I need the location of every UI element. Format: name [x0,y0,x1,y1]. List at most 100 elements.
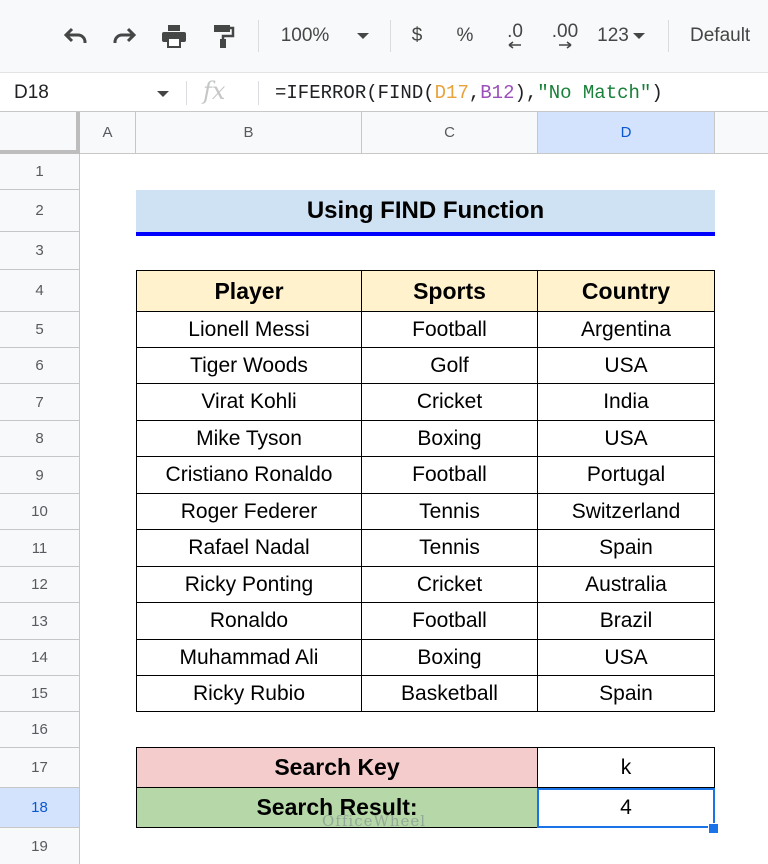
cell-player[interactable]: Roger Federer [136,494,362,530]
cell-player[interactable]: Muhammad Ali [136,640,362,676]
row-header-4[interactable]: 4 [0,270,80,312]
cell-player[interactable]: Cristiano Ronaldo [136,457,362,494]
cell-player[interactable]: Mike Tyson [136,421,362,457]
cell-player[interactable]: Ricky Rubio [136,676,362,712]
cell-sport[interactable]: Football [362,457,538,494]
watermark: OfficeWheel [322,812,427,830]
formula-bar: D18 fx =IFERROR(FIND(D17,B12),"No Match"… [0,72,768,112]
increase-decimal-button[interactable]: .00 [544,20,586,52]
row-header-13[interactable]: 13 [0,603,80,640]
toolbar: 100% $ % .0 .00 123 Default [0,0,768,72]
number-format-select[interactable]: 123 [592,20,650,52]
row-header-10[interactable]: 10 [0,494,80,530]
name-box[interactable]: D18 [14,82,49,104]
column-header-b[interactable]: B [136,112,362,154]
column-header-d[interactable]: D [538,112,715,154]
cell-player[interactable]: Ricky Ponting [136,567,362,603]
row-header-7[interactable]: 7 [0,384,80,421]
percent-format-button[interactable]: % [450,20,480,52]
currency-format-button[interactable]: $ [402,20,432,52]
column-header-e[interactable] [715,112,768,154]
row-header-1[interactable]: 1 [0,154,80,190]
cell-sport[interactable]: Tennis [362,494,538,530]
formula-prefix: =IFERROR(FIND( [275,82,435,104]
cell-player[interactable]: Rafael Nadal [136,530,362,567]
cell-country[interactable]: Brazil [538,603,715,640]
formula-comma: , [468,82,481,104]
cell-sport[interactable]: Cricket [362,567,538,603]
zoom-value: 100% [280,25,330,46]
currency-label: $ [411,25,423,46]
redo-icon[interactable] [106,20,142,52]
header-player[interactable]: Player [136,270,362,312]
row-header-8[interactable]: 8 [0,421,80,457]
header-country[interactable]: Country [538,270,715,312]
cell-sport[interactable]: Boxing [362,640,538,676]
row-header-11[interactable]: 11 [0,530,80,567]
row-header-17[interactable]: 17 [0,748,80,788]
cell-country[interactable]: Australia [538,567,715,603]
row-header-18[interactable]: 18 [0,788,80,828]
cell-country[interactable]: USA [538,348,715,384]
cell-player[interactable]: Tiger Woods [136,348,362,384]
cell-sport[interactable]: Cricket [362,384,538,421]
fill-handle[interactable] [708,823,719,834]
cell-country[interactable]: Switzerland [538,494,715,530]
cell-sport[interactable]: Basketball [362,676,538,712]
formula-string: "No Match" [537,82,652,104]
cell-country[interactable]: India [538,384,715,421]
cell-player[interactable]: Lionell Messi [136,312,362,348]
row-header-3[interactable]: 3 [0,232,80,270]
chevron-down-icon [357,33,370,39]
cell-player[interactable]: Virat Kohli [136,384,362,421]
cell-sport[interactable]: Boxing [362,421,538,457]
paint-format-icon[interactable] [206,20,242,52]
title-cell[interactable]: Using FIND Function [136,190,715,232]
cell-sport[interactable]: Football [362,603,538,640]
search-key-label[interactable]: Search Key [136,747,538,788]
row-header-2[interactable]: 2 [0,190,80,232]
formula-suffix: ) [651,82,663,104]
formula-ref-d17: D17 [434,82,469,104]
print-icon[interactable] [156,20,192,52]
column-header-c[interactable]: C [362,112,538,154]
cell-country[interactable]: Argentina [538,312,715,348]
cell-sport[interactable]: Golf [362,348,538,384]
toolbar-divider [258,20,259,52]
search-result-value[interactable]: 4 [537,788,715,828]
row-header-15[interactable]: 15 [0,676,80,712]
cell-player[interactable]: Ronaldo [136,603,362,640]
row-header-6[interactable]: 6 [0,348,80,384]
row-header-16[interactable]: 16 [0,712,80,748]
search-key-value[interactable]: k [537,747,715,788]
cell-country[interactable]: Spain [538,676,715,712]
undo-icon[interactable] [58,20,94,52]
percent-label: % [456,25,474,46]
cell-country[interactable]: USA [538,421,715,457]
row-header-5[interactable]: 5 [0,312,80,348]
decrease-decimal-button[interactable]: .0 [495,20,535,52]
row-header-9[interactable]: 9 [0,457,80,494]
toolbar-divider [668,20,669,52]
font-label: Default [690,25,751,46]
arrow-right-icon [559,41,572,49]
increase-decimal-label: .00 [551,21,579,42]
chevron-down-icon[interactable] [157,91,169,97]
row-header-12[interactable]: 12 [0,567,80,603]
cell-country[interactable]: Spain [538,530,715,567]
cell-sport[interactable]: Tennis [362,530,538,567]
formula-bar-divider [186,81,187,105]
cell-country[interactable]: USA [538,640,715,676]
row-header-19[interactable]: 19 [0,828,80,864]
row-header-14[interactable]: 14 [0,640,80,676]
column-header-a[interactable]: A [80,112,136,154]
select-all-corner[interactable] [0,112,80,154]
cell-sport[interactable]: Football [362,312,538,348]
chevron-down-icon [632,33,645,39]
font-select[interactable]: Default [690,20,768,52]
decrease-decimal-label: .0 [507,21,523,42]
formula-input[interactable]: =IFERROR(FIND(D17,B12),"No Match") [275,82,663,104]
zoom-select[interactable]: 100% [270,20,380,52]
cell-country[interactable]: Portugal [538,457,715,494]
header-sport[interactable]: Sports [362,270,538,312]
